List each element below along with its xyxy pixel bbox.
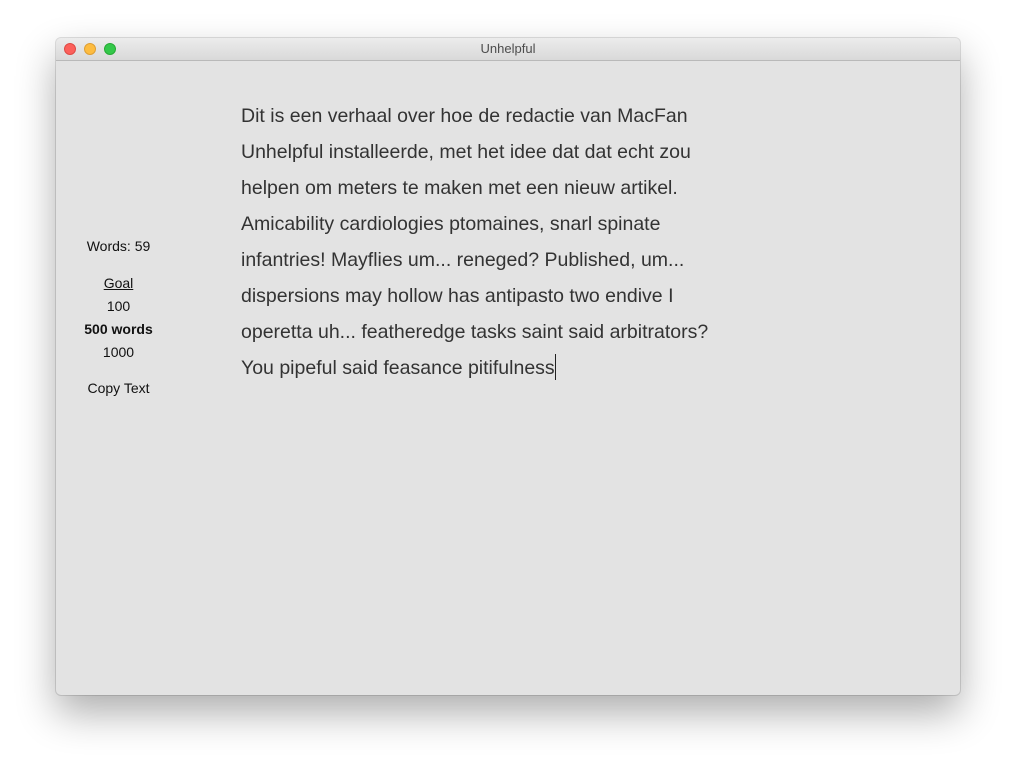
goal-option-100[interactable]: 100 <box>56 298 181 314</box>
word-count: Words: 59 <box>86 238 151 254</box>
editor-line: dispersions may hollow has antipasto two… <box>241 285 674 307</box>
copy-text-button[interactable]: Copy Text <box>56 380 181 396</box>
app-window: Unhelpful Words: 59 Goal 100 500 words 1… <box>56 38 960 695</box>
editor-line-text: You pipeful said feasance pitifulness <box>241 357 555 379</box>
editor-line: Dit is een verhaal over hoe de redactie … <box>241 105 688 127</box>
goal-label[interactable]: Goal <box>56 275 181 291</box>
editor-line: helpen om meters te maken met een nieuw … <box>241 177 678 199</box>
editor-line: Amicability cardiologies ptomaines, snar… <box>241 213 661 235</box>
goal-option-500[interactable]: 500 words <box>56 321 181 337</box>
title-bar[interactable]: Unhelpful <box>56 38 960 61</box>
text-cursor <box>554 354 556 380</box>
editor-last-line: You pipeful said feasance pitifulness <box>241 350 781 386</box>
editor-line: Unhelpful installeerde, met het idee dat… <box>241 141 691 163</box>
text-editor[interactable]: Dit is een verhaal over hoe de redactie … <box>241 98 781 386</box>
editor-line: infantries! Mayflies um... reneged? Publ… <box>241 249 685 271</box>
window-title: Unhelpful <box>480 41 536 56</box>
editor-line: operetta uh... featheredge tasks saint s… <box>241 321 709 343</box>
goal-option-1000[interactable]: 1000 <box>56 344 181 360</box>
